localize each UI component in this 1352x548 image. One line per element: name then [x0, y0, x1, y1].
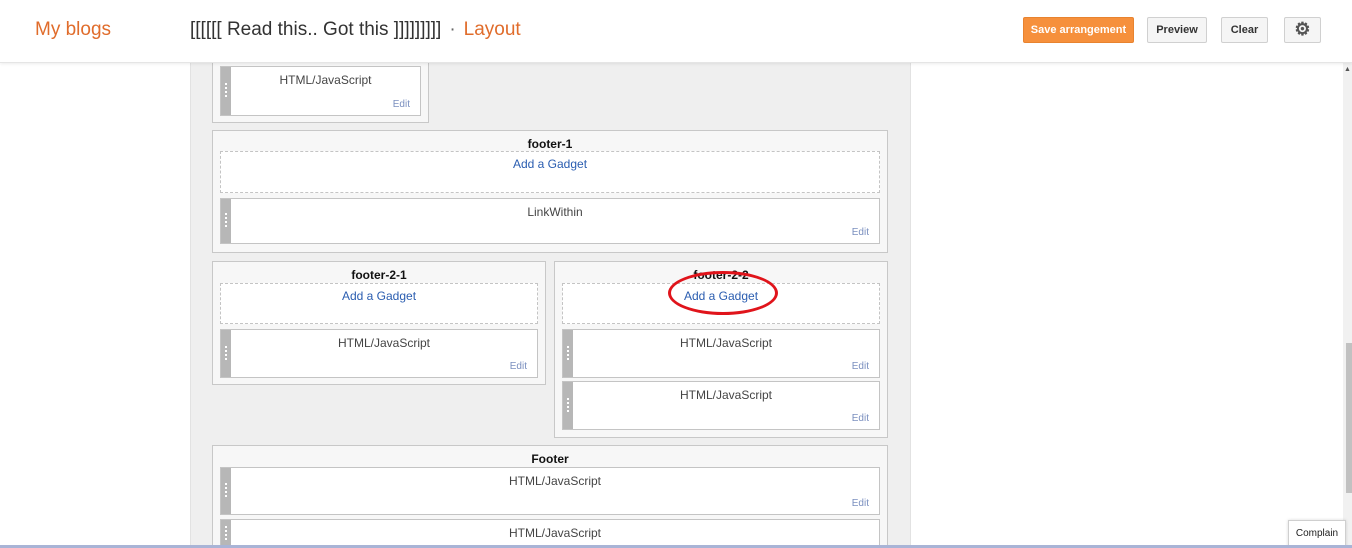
save-arrangement-button[interactable]: Save arrangement [1023, 17, 1134, 43]
gadget-name: HTML/JavaScript [508, 526, 602, 540]
settings-button[interactable]: ⚙ [1284, 17, 1321, 43]
gadget-name: LinkWithin [527, 205, 583, 219]
drag-handle[interactable] [563, 382, 573, 429]
edit-link[interactable]: Edit [852, 227, 869, 238]
edit-link[interactable]: Edit [510, 361, 527, 372]
add-gadget-footer-2-1[interactable]: Add a Gadget [220, 283, 538, 324]
drag-handle[interactable] [563, 330, 573, 377]
page-name: Layout [463, 19, 521, 40]
edit-link[interactable]: Edit [852, 498, 869, 509]
gadget-name: HTML/JavaScript [337, 336, 431, 350]
preview-button[interactable]: Preview [1147, 17, 1207, 43]
drag-handle[interactable] [221, 520, 231, 547]
blog-name: [[[[[[ Read this.. Got this ]]]]]]]]] [190, 19, 442, 40]
edit-link[interactable]: Edit [852, 361, 869, 372]
section-title: footer-2-1 [351, 268, 407, 282]
gadget-top-html[interactable]: HTML/JavaScript Edit [220, 66, 421, 116]
gadget-name: HTML/JavaScript [279, 73, 372, 87]
title-separator: · [449, 19, 456, 40]
gadget-name: HTML/JavaScript [679, 388, 773, 402]
clear-button[interactable]: Clear [1221, 17, 1268, 43]
blog-title: [[[[[[ Read this.. Got this ]]]]]]]]] · La… [190, 19, 521, 41]
complain-button[interactable]: Complain [1288, 520, 1346, 548]
drag-handle[interactable] [221, 330, 231, 377]
edit-link[interactable]: Edit [852, 413, 869, 424]
drag-handle[interactable] [221, 67, 231, 115]
gadget-footer-html-2[interactable]: HTML/JavaScript [220, 519, 880, 548]
my-blogs-link[interactable]: My blogs [35, 19, 111, 41]
section-title: footer-2-2 [693, 268, 749, 282]
gadget-name: HTML/JavaScript [508, 474, 602, 488]
gadget-name: HTML/JavaScript [679, 336, 773, 350]
gadget-footer-2-1-html[interactable]: HTML/JavaScript Edit [220, 329, 538, 378]
edit-link[interactable]: Edit [393, 99, 410, 110]
gadget-footer-2-2-html-2[interactable]: HTML/JavaScript Edit [562, 381, 880, 430]
scrollbar-thumb[interactable] [1346, 343, 1352, 493]
scroll-up-arrow-icon[interactable]: ▲ [1344, 66, 1351, 73]
gadget-linkwithin[interactable]: LinkWithin Edit [220, 198, 880, 244]
gadget-footer-html-1[interactable]: HTML/JavaScript Edit [220, 467, 880, 515]
add-gadget-footer-2-2[interactable]: Add a Gadget [562, 283, 880, 324]
gear-icon: ⚙ [1294, 19, 1311, 39]
section-title: footer-1 [527, 137, 573, 151]
gadget-footer-2-2-html-1[interactable]: HTML/JavaScript Edit [562, 329, 880, 378]
drag-handle[interactable] [221, 199, 231, 243]
section-title: Footer [531, 452, 569, 466]
add-gadget-footer-1[interactable]: Add a Gadget [220, 151, 880, 193]
drag-handle[interactable] [221, 468, 231, 514]
top-header: My blogs [[[[[[ Read this.. Got this ]]]… [0, 0, 1352, 63]
